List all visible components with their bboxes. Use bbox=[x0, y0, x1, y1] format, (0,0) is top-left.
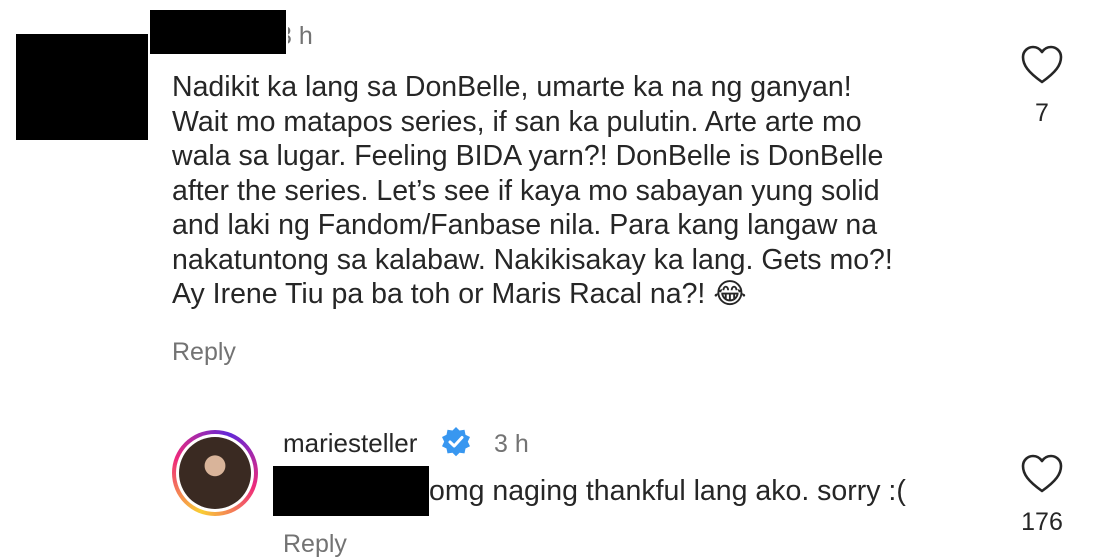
reply-button[interactable]: Reply bbox=[283, 530, 347, 559]
reply-text: omg naging thankful lang ako. sorry :( bbox=[429, 475, 906, 507]
redacted-avatar bbox=[16, 34, 148, 140]
redacted-username bbox=[150, 10, 286, 54]
reply-like-count: 176 bbox=[1021, 508, 1063, 536]
comment-timestamp: 3 h bbox=[288, 22, 313, 50]
heart-icon[interactable] bbox=[1020, 453, 1064, 495]
reply-timestamp: 3 h bbox=[494, 430, 529, 458]
comment-like-count: 7 bbox=[1035, 99, 1049, 127]
avatar[interactable] bbox=[172, 430, 258, 516]
reply-button[interactable]: Reply bbox=[172, 338, 236, 367]
verified-badge-icon bbox=[440, 426, 472, 458]
comment-text: Nadikit ka lang sa DonBelle, umarte ka n… bbox=[172, 71, 893, 310]
reply-username[interactable]: mariesteller bbox=[283, 428, 417, 459]
avatar-image bbox=[179, 437, 251, 509]
heart-icon[interactable] bbox=[1020, 44, 1064, 86]
redacted-mention bbox=[273, 466, 429, 516]
